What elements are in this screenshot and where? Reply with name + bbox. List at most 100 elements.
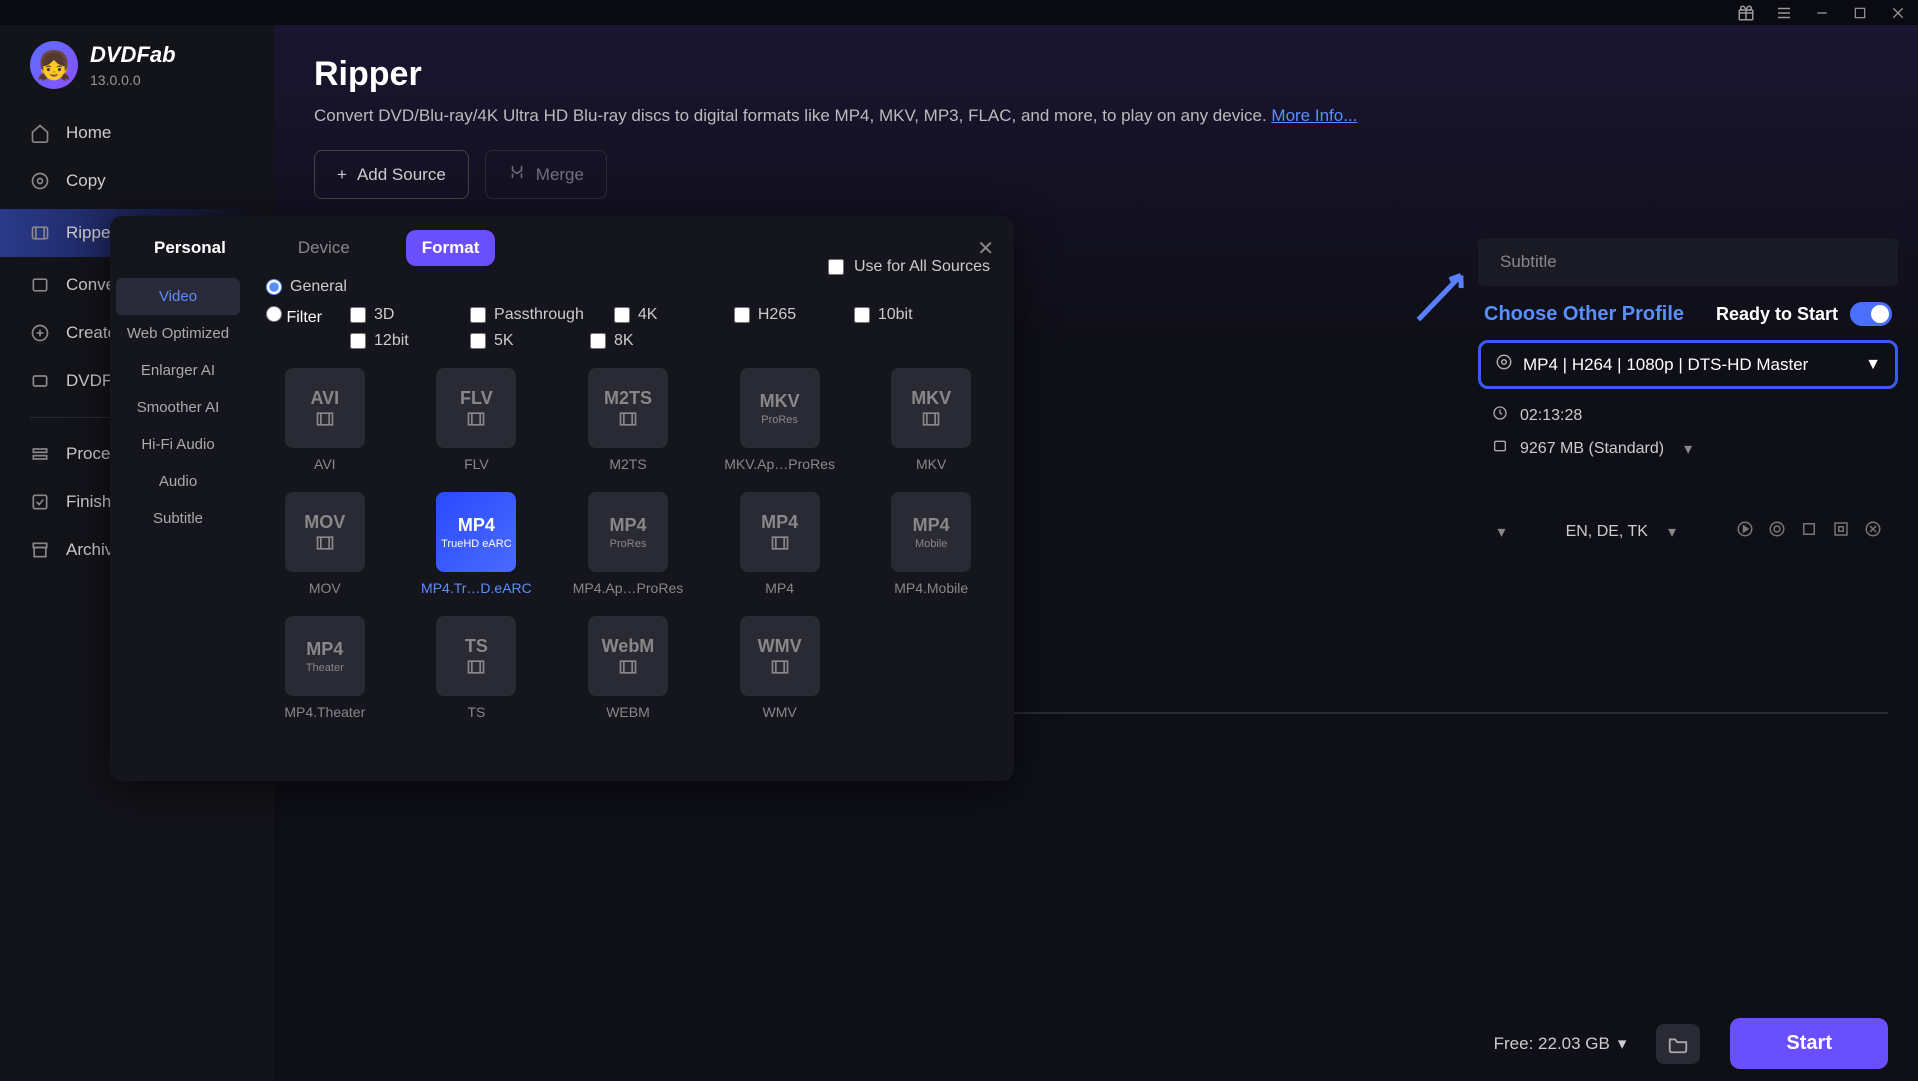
expand-icon[interactable] — [1832, 520, 1850, 543]
app-title: DVDFab — [90, 42, 176, 68]
popup-side-weboptimized[interactable]: Web Optimized — [110, 315, 246, 352]
format-icon: MP4Theater — [285, 616, 365, 696]
format-item-mov[interactable]: MOV MOV — [266, 492, 384, 596]
filter-4k[interactable]: 4K — [614, 306, 704, 324]
popup-side-audio[interactable]: Audio — [110, 463, 246, 500]
format-icon: MP4 — [740, 492, 820, 572]
start-button[interactable]: Start — [1730, 1018, 1888, 1069]
format-label: MKV — [916, 456, 946, 472]
merge-button[interactable]: Merge — [485, 150, 607, 199]
add-source-button[interactable]: + Add Source — [314, 150, 469, 199]
tab-personal[interactable]: Personal — [138, 230, 242, 266]
more-info-link[interactable]: More Info... — [1271, 106, 1357, 125]
profile-selector[interactable]: MP4 | H264 | 1080p | DTS-HD Master ▼ ✕ — [1478, 340, 1898, 389]
format-label: FLV — [464, 456, 489, 472]
format-label: MP4.Mobile — [894, 580, 968, 596]
choose-profile-link[interactable]: Choose Other Profile — [1484, 303, 1684, 326]
format-icon: MOV — [285, 492, 365, 572]
app-version: 13.0.0.0 — [90, 72, 176, 88]
tab-format[interactable]: Format — [406, 230, 496, 266]
page-title: Ripper — [314, 55, 1878, 94]
format-label: M2TS — [609, 456, 646, 472]
radio-filter[interactable]: Filter — [266, 306, 322, 327]
format-item-flv[interactable]: FLV FLV — [418, 368, 536, 472]
box-icon — [30, 371, 50, 391]
free-space-label[interactable]: Free: 22.03 GB ▾ — [1494, 1034, 1627, 1054]
use-for-all-checkbox[interactable]: Use for All Sources — [828, 258, 990, 276]
creator-icon — [30, 323, 50, 343]
filter-h265[interactable]: H265 — [734, 306, 824, 324]
sidebar-item-label: Ripper — [66, 223, 116, 243]
format-label: WEBM — [606, 704, 650, 720]
format-item-mp4trdearc[interactable]: MP4TrueHD eARCMP4.Tr…D.eARC — [418, 492, 536, 596]
format-item-avi[interactable]: AVIAVI — [266, 368, 384, 472]
finished-icon — [30, 492, 50, 512]
filter-12bit[interactable]: 12bit — [350, 332, 440, 350]
format-label: MOV — [309, 580, 341, 596]
popup-side-smoother[interactable]: Smoother AI — [110, 389, 246, 426]
target-icon[interactable] — [1768, 520, 1786, 543]
chevron-down-icon[interactable]: ▾ — [1668, 522, 1676, 542]
folder-button[interactable] — [1656, 1024, 1700, 1064]
use-all-check[interactable] — [828, 259, 844, 275]
filter-10bit[interactable]: 10bit — [854, 306, 944, 324]
crop-icon[interactable] — [1800, 520, 1818, 543]
format-item-mkv[interactable]: MKV MKV — [872, 368, 990, 472]
subtitle-field[interactable]: Subtitle — [1478, 238, 1898, 286]
format-item-mp4theater[interactable]: MP4TheaterMP4.Theater — [266, 616, 384, 720]
format-popup: Personal Device Format ✕ Use for All Sou… — [110, 216, 1014, 781]
cancel-icon[interactable] — [1864, 520, 1882, 543]
popup-side-video[interactable]: Video — [116, 278, 240, 315]
popup-side-enlarger[interactable]: Enlarger AI — [110, 352, 246, 389]
radio-general[interactable]: General — [266, 278, 347, 296]
format-icon: FLV — [436, 368, 516, 448]
format-label: MKV.Ap…ProRes — [724, 456, 835, 472]
gift-icon[interactable] — [1736, 3, 1756, 23]
maximize-icon[interactable] — [1850, 3, 1870, 23]
size-row[interactable]: 9267 MB (Standard) ▾ — [1478, 432, 1898, 465]
ready-toggle[interactable] — [1850, 302, 1892, 326]
filter-8k[interactable]: 8K — [590, 332, 680, 350]
format-item-mp4[interactable]: MP4MP4 — [721, 492, 839, 596]
chevron-down-icon: ▾ — [1618, 1034, 1627, 1054]
converter-icon — [30, 275, 50, 295]
home-icon — [30, 123, 50, 143]
close-icon[interactable] — [1888, 3, 1908, 23]
tab-device[interactable]: Device — [282, 230, 366, 266]
plus-icon: + — [337, 165, 347, 185]
chevron-down-icon[interactable]: ▾ — [1498, 522, 1506, 542]
app-logo-icon: 👧 — [30, 41, 78, 89]
format-item-ts[interactable]: TSTS — [418, 616, 536, 720]
format-label: AVI — [314, 456, 336, 472]
chevron-down-icon: ▼ — [1865, 356, 1881, 374]
play-icon[interactable] — [1736, 520, 1754, 543]
sidebar-item-label: Finish — [66, 492, 111, 512]
format-item-wmv[interactable]: WMVWMV — [721, 616, 839, 720]
minimize-icon[interactable] — [1812, 3, 1832, 23]
format-icon: WMV — [740, 616, 820, 696]
format-item-mp4mobile[interactable]: MP4MobileMP4.Mobile — [872, 492, 990, 596]
logo: 👧 DVDFab 13.0.0.0 — [0, 33, 274, 109]
bottom-bar: Free: 22.03 GB ▾ Start — [1494, 1018, 1888, 1069]
filter-passthrough[interactable]: Passthrough — [470, 306, 584, 324]
popup-side-hifi[interactable]: Hi-Fi Audio — [110, 426, 246, 463]
format-item-m2ts[interactable]: M2TSM2TS — [569, 368, 687, 472]
filter-3d[interactable]: 3D — [350, 306, 440, 324]
popup-sidebar: Video Web Optimized Enlarger AI Smoother… — [110, 272, 246, 781]
right-panel: Subtitle Choose Other Profile Ready to S… — [1478, 238, 1898, 465]
audio-langs-value[interactable]: EN, DE, TK — [1566, 523, 1648, 541]
format-item-webm[interactable]: WebMWEBM — [569, 616, 687, 720]
menu-icon[interactable] — [1774, 3, 1794, 23]
format-icon: MKV — [891, 368, 971, 448]
popup-side-subtitle[interactable]: Subtitle — [110, 500, 246, 537]
sidebar-item-copy[interactable]: Copy — [0, 157, 274, 205]
ripper-icon — [30, 223, 50, 243]
format-item-mp4approres[interactable]: MP4ProResMP4.Ap…ProRes — [569, 492, 687, 596]
popup-close-icon[interactable]: ✕ — [977, 236, 994, 261]
sidebar-item-home[interactable]: Home — [0, 109, 274, 157]
format-item-mkvapprores[interactable]: MKVProResMKV.Ap…ProRes — [721, 368, 839, 472]
sidebar-item-label: Proce — [66, 444, 110, 464]
duration-row: 02:13:28 — [1478, 399, 1898, 432]
filter-5k[interactable]: 5K — [470, 332, 560, 350]
page-description: Convert DVD/Blu-ray/4K Ultra HD Blu-ray … — [314, 106, 1878, 126]
